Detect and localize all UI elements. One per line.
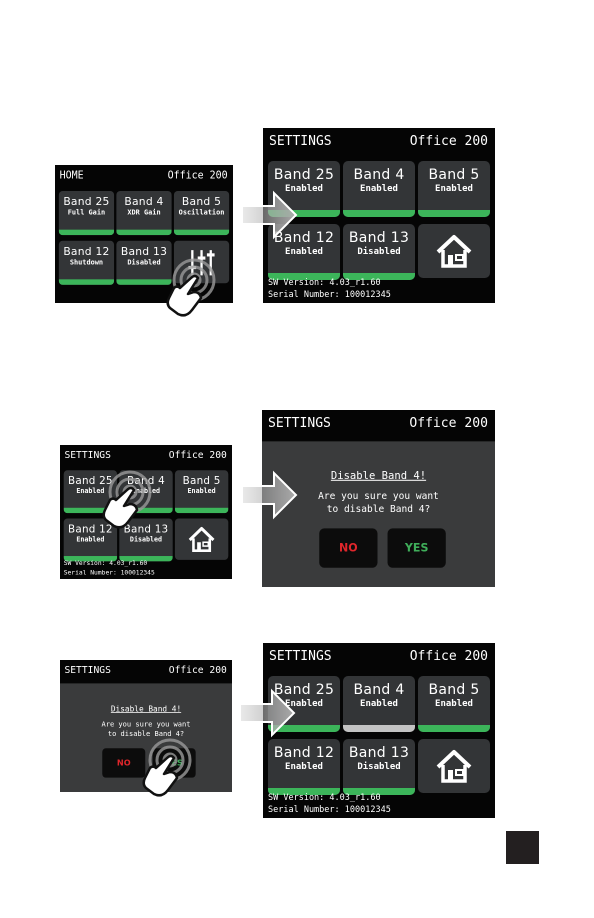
hand-tap-icon xyxy=(164,258,226,324)
location-label: Office 200 xyxy=(167,169,228,182)
band-name: Band 13 xyxy=(120,245,168,259)
home-icon xyxy=(185,523,218,558)
home-button[interactable] xyxy=(174,518,229,560)
home-icon xyxy=(432,745,476,791)
title-bar: SETTINGS Office 200 xyxy=(262,410,495,438)
screen-title: SETTINGS xyxy=(269,649,332,664)
band-name: Band 25 xyxy=(63,195,110,209)
band-status: Disabled xyxy=(357,762,401,772)
band-tile[interactable]: Band 4 Enabled xyxy=(343,676,415,732)
location-label: Office 200 xyxy=(168,664,227,676)
title-bar: SETTINGS Office 200 xyxy=(263,643,495,671)
sw-version: SW Version: 4.03_r1.60 xyxy=(268,793,381,803)
band-tile[interactable]: Band 5 Enabled xyxy=(418,676,490,732)
band-name: Band 5 xyxy=(182,474,221,488)
band-tile[interactable]: Band 13 Disabled xyxy=(343,224,415,280)
band-status: Enabled xyxy=(187,487,216,496)
band-name: Band 13 xyxy=(348,230,410,246)
band-name: Band 4 xyxy=(124,195,164,209)
status-bar xyxy=(418,725,490,732)
band-tile[interactable]: Band 5 Oscillation xyxy=(173,191,230,236)
screen-title: SETTINGS xyxy=(64,449,111,462)
sw-version: SW Version: 4.03_r1.60 xyxy=(63,559,148,568)
status-bar xyxy=(173,229,230,236)
home-button[interactable] xyxy=(418,739,490,793)
band-status: Enabled xyxy=(435,184,473,194)
home-button[interactable] xyxy=(418,224,490,278)
band-name: Band 5 xyxy=(181,195,222,209)
screen-title: SETTINGS xyxy=(268,416,331,432)
status-bar xyxy=(116,229,172,236)
band-name: Band 25 xyxy=(273,167,335,183)
band-status: XDR Gain xyxy=(127,209,161,218)
band-status: Enabled xyxy=(360,699,398,709)
band-status: Disabled xyxy=(129,536,163,544)
band-name: Band 12 xyxy=(273,745,335,761)
status-bar xyxy=(58,229,115,236)
location-label: Office 200 xyxy=(409,134,488,149)
status-bar xyxy=(58,279,115,285)
band-tile[interactable]: Band 25 Full Gain xyxy=(58,191,115,236)
serial-number: Serial Number: 100012345 xyxy=(268,290,391,300)
dialog-heading: Disable Band 4! xyxy=(110,704,182,714)
yes-button[interactable]: YES xyxy=(387,528,446,568)
serial-number: Serial Number: 100012345 xyxy=(268,805,391,815)
arrow-icon xyxy=(240,190,298,244)
band-tile[interactable]: Band 4 XDR Gain xyxy=(116,191,172,236)
title-bar: SETTINGS Office 200 xyxy=(263,128,495,156)
band-status: Enabled xyxy=(435,699,473,709)
page-marker-block xyxy=(506,831,539,864)
arrow-icon xyxy=(238,688,296,742)
title-bar: SETTINGS Office 200 xyxy=(60,445,232,466)
band-status: Oscillation xyxy=(178,209,225,218)
title-bar: HOME Office 200 xyxy=(55,165,233,187)
hand-tap-icon xyxy=(100,470,162,536)
band-name: Band 13 xyxy=(348,745,410,761)
band-status: Enabled xyxy=(285,762,323,772)
screen-title: HOME xyxy=(59,169,84,182)
hand-tap-icon xyxy=(140,738,202,804)
band-name: Band 4 xyxy=(353,682,405,698)
band-status: Disabled xyxy=(357,247,401,257)
band-tile[interactable]: Band 12 Shutdown xyxy=(58,240,115,285)
band-name: Band 4 xyxy=(353,167,405,183)
sw-version: SW Version: 4.03_r1.60 xyxy=(268,278,381,288)
home-icon xyxy=(432,230,476,276)
status-bar xyxy=(343,210,415,217)
band-tile[interactable]: Band 12 Enabled xyxy=(268,739,340,795)
band-status: Full Gain xyxy=(67,209,106,218)
band-status: Shutdown xyxy=(69,258,104,267)
status-bar xyxy=(418,210,490,217)
status-bar xyxy=(343,725,415,732)
band-tile[interactable]: Band 5 Enabled xyxy=(418,161,490,217)
band-name: Band 12 xyxy=(63,245,110,259)
screen-title: SETTINGS xyxy=(64,664,111,676)
serial-number: Serial Number: 100012345 xyxy=(63,569,155,577)
location-label: Office 200 xyxy=(409,649,488,664)
band-tile[interactable]: Band 5 Enabled xyxy=(174,470,229,514)
band-status: Enabled xyxy=(360,184,398,194)
location-label: Office 200 xyxy=(409,416,488,432)
screen-title: SETTINGS xyxy=(269,134,332,149)
question-line: Are you sure you want xyxy=(101,720,191,729)
band-status: Enabled xyxy=(285,247,323,257)
dialog-question: Are you sure you want to disable Band 4? xyxy=(60,720,232,740)
title-bar: SETTINGS Office 200 xyxy=(60,660,232,681)
band-status: Enabled xyxy=(76,536,105,544)
screen-settings-large-2: SETTINGS Office 200 Band 25 Enabled Band 4 En… xyxy=(263,643,495,818)
band-name: Band 5 xyxy=(428,167,480,183)
no-button[interactable]: NO xyxy=(319,528,378,568)
band-tile[interactable]: Band 4 Enabled xyxy=(343,161,415,217)
band-tile[interactable]: Band 13 Disabled xyxy=(343,739,415,795)
location-label: Office 200 xyxy=(168,449,227,462)
no-button[interactable]: NO xyxy=(102,748,146,778)
arrow-icon xyxy=(240,470,298,524)
status-bar xyxy=(174,507,229,514)
band-name: Band 5 xyxy=(428,682,480,698)
